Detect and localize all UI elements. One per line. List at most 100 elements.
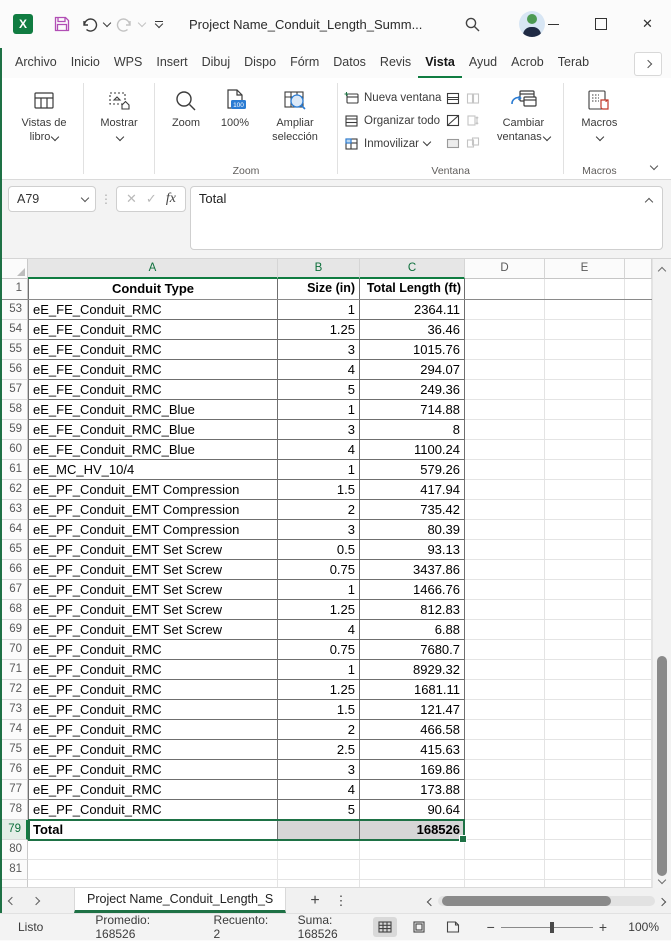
row-header-80[interactable]: 80 <box>0 840 28 860</box>
customize-toolbar-icon[interactable] <box>155 21 163 27</box>
cell[interactable] <box>465 600 545 620</box>
maximize-button[interactable] <box>577 0 624 48</box>
enter-icon[interactable]: ✓ <box>146 191 157 207</box>
cell-c79[interactable]: 168526 <box>360 820 465 840</box>
cell[interactable] <box>545 279 625 299</box>
zoom-100-button[interactable]: 100 100% <box>211 82 259 134</box>
cell[interactable] <box>465 400 545 420</box>
row-header-69[interactable]: 69 <box>0 620 28 640</box>
row-header-60[interactable]: 60 <box>0 440 28 460</box>
cell-size[interactable]: 0.5 <box>278 540 360 560</box>
cell[interactable] <box>625 820 652 840</box>
cell[interactable] <box>465 440 545 460</box>
add-sheet-button[interactable]: + <box>300 888 330 913</box>
cell-size[interactable]: 2 <box>278 720 360 740</box>
cell-conduit-type[interactable]: eE_PF_Conduit_EMT Set Screw <box>28 620 278 640</box>
cell-conduit-type[interactable]: eE_PF_Conduit_EMT Compression <box>28 520 278 540</box>
cell-conduit-type[interactable]: eE_MC_HV_10/4 <box>28 460 278 480</box>
cell-size[interactable]: 3 <box>278 420 360 440</box>
menu-tab-revis[interactable]: Revis <box>373 48 418 78</box>
name-box[interactable]: A79 <box>8 186 96 212</box>
cell[interactable] <box>545 320 625 340</box>
cell-size[interactable]: 4 <box>278 620 360 640</box>
cell[interactable] <box>545 700 625 720</box>
cell[interactable] <box>625 480 652 500</box>
cell-conduit-type[interactable] <box>28 860 278 880</box>
cell-conduit-type[interactable]: eE_FE_Conduit_RMC <box>28 340 278 360</box>
zoom-slider-thumb[interactable] <box>550 922 554 933</box>
cell-conduit-type[interactable]: eE_FE_Conduit_RMC <box>28 380 278 400</box>
cell[interactable] <box>465 420 545 440</box>
cancel-icon[interactable]: ✕ <box>126 191 137 207</box>
cell[interactable] <box>545 420 625 440</box>
cell[interactable] <box>465 360 545 380</box>
cell[interactable] <box>625 760 652 780</box>
menu-tab-terab[interactable]: Terab <box>551 48 596 78</box>
cell[interactable] <box>625 279 652 299</box>
cell[interactable] <box>625 460 652 480</box>
cell-conduit-type[interactable]: eE_PF_Conduit_RMC <box>28 700 278 720</box>
cell[interactable] <box>545 380 625 400</box>
cell[interactable] <box>465 580 545 600</box>
menu-tab-wps[interactable]: WPS <box>107 48 149 78</box>
cell[interactable] <box>465 540 545 560</box>
cell-total-length[interactable]: 415.63 <box>360 740 465 760</box>
cell-conduit-type[interactable]: eE_FE_Conduit_RMC <box>28 320 278 340</box>
column-header-d[interactable]: D <box>465 259 545 279</box>
scroll-right-icon[interactable] <box>659 892 665 910</box>
cell[interactable] <box>465 340 545 360</box>
cell[interactable] <box>625 800 652 820</box>
menu-tab-inicio[interactable]: Inicio <box>64 48 107 78</box>
cell[interactable] <box>465 860 545 880</box>
cell-total-length[interactable]: 90.64 <box>360 800 465 820</box>
row-header-81[interactable]: 81 <box>0 860 28 880</box>
cell[interactable] <box>465 800 545 820</box>
cell[interactable] <box>545 820 625 840</box>
cell[interactable] <box>545 460 625 480</box>
row-header-73[interactable]: 73 <box>0 700 28 720</box>
cell-total-length[interactable]: 80.39 <box>360 520 465 540</box>
cell-size[interactable]: 4 <box>278 440 360 460</box>
cell[interactable] <box>625 300 652 320</box>
cell-total-length[interactable]: 1015.76 <box>360 340 465 360</box>
cell[interactable] <box>545 580 625 600</box>
cell-total-length[interactable]: 6.88 <box>360 620 465 640</box>
cell-size[interactable]: 3 <box>278 760 360 780</box>
scroll-up-icon[interactable] <box>653 264 671 274</box>
cell[interactable] <box>545 560 625 580</box>
cell[interactable] <box>545 500 625 520</box>
cell-conduit-type[interactable]: eE_PF_Conduit_RMC <box>28 800 278 820</box>
cell[interactable] <box>625 420 652 440</box>
cell[interactable] <box>465 560 545 580</box>
cell[interactable] <box>465 300 545 320</box>
cell[interactable] <box>625 580 652 600</box>
cell-size[interactable]: 1 <box>278 400 360 420</box>
cell[interactable] <box>465 320 545 340</box>
cell[interactable] <box>625 620 652 640</box>
minimize-button[interactable] <box>530 0 577 48</box>
row-header-70[interactable]: 70 <box>0 640 28 660</box>
cell[interactable] <box>545 440 625 460</box>
cell-total-length[interactable]: 2364.11 <box>360 300 465 320</box>
cell[interactable] <box>545 740 625 760</box>
cell[interactable] <box>465 780 545 800</box>
cell-size[interactable]: 5 <box>278 800 360 820</box>
cell-b1[interactable]: Size (in) <box>278 279 360 299</box>
normal-view-icon[interactable] <box>373 917 397 937</box>
cell-size[interactable]: 1.25 <box>278 320 360 340</box>
cell-conduit-type[interactable]: eE_PF_Conduit_RMC <box>28 640 278 660</box>
horizontal-scrollbar-thumb[interactable] <box>442 896 611 906</box>
column-header-partial[interactable] <box>625 259 652 279</box>
cell[interactable] <box>465 460 545 480</box>
row-header-72[interactable]: 72 <box>0 680 28 700</box>
cell-conduit-type[interactable]: eE_FE_Conduit_RMC <box>28 300 278 320</box>
menu-tab-dibuj[interactable]: Dibuj <box>195 48 238 78</box>
row-header-76[interactable]: 76 <box>0 760 28 780</box>
cell[interactable] <box>545 680 625 700</box>
scroll-left-icon[interactable] <box>428 892 434 910</box>
cell-total-length[interactable]: 294.07 <box>360 360 465 380</box>
zoom-slider[interactable]: − + <box>481 919 613 935</box>
cell[interactable] <box>465 500 545 520</box>
menu-tab-datos[interactable]: Datos <box>326 48 373 78</box>
column-header-c[interactable]: C <box>360 259 465 279</box>
